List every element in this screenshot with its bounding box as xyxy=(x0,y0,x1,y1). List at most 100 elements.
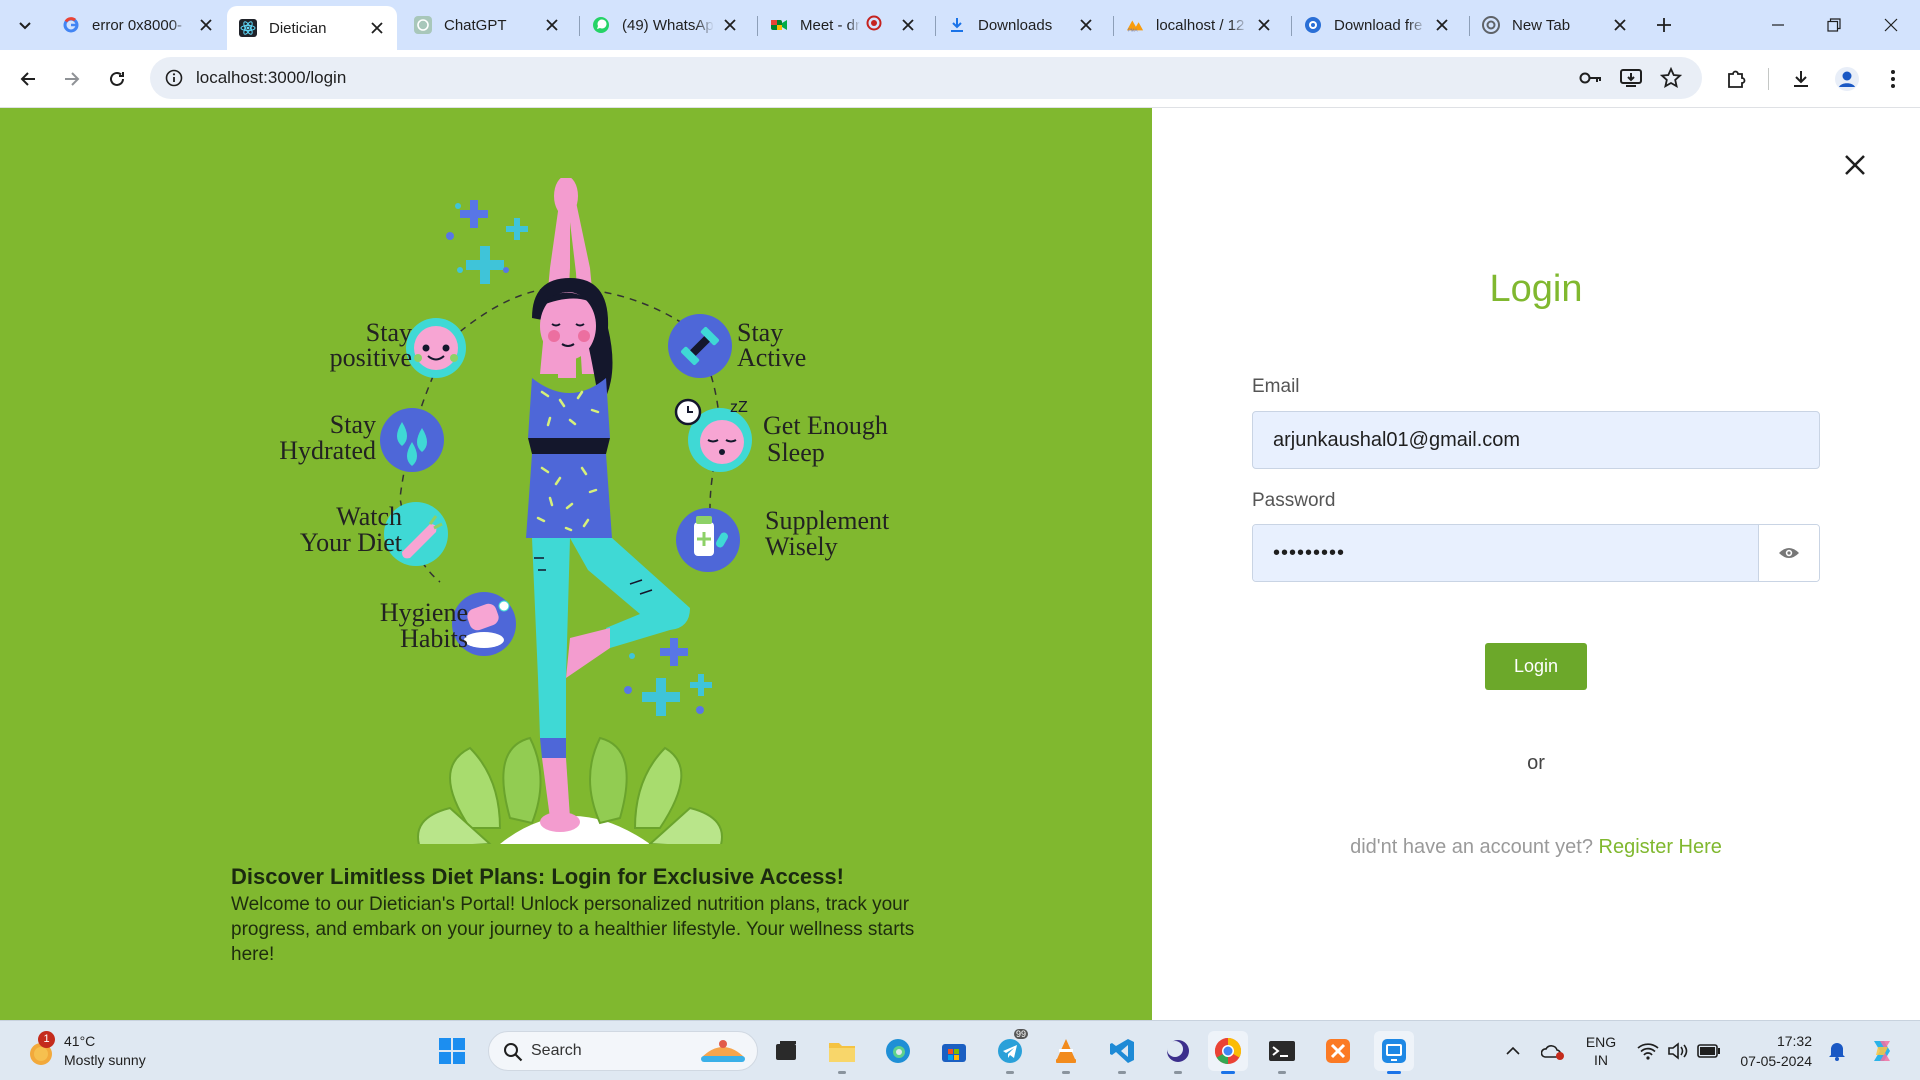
notifications-button[interactable] xyxy=(1822,1021,1852,1080)
language-indicator[interactable]: ENG IN xyxy=(1578,1021,1624,1080)
reload-icon xyxy=(110,71,124,86)
weather-condition: Mostly sunny xyxy=(64,1052,146,1068)
back-button[interactable] xyxy=(11,62,45,96)
copilot-icon xyxy=(1874,1041,1890,1061)
tab-title: Download fre xyxy=(1334,16,1423,34)
tab-whatsapp[interactable]: (49) WhatsApp xyxy=(580,8,750,42)
chatgpt-icon xyxy=(414,16,432,34)
email-field[interactable] xyxy=(1252,411,1820,469)
close-icon[interactable] xyxy=(1076,15,1096,35)
tab-new-tab[interactable]: New Tab xyxy=(1470,8,1640,42)
register-link[interactable]: Register Here xyxy=(1599,836,1722,858)
close-icon[interactable] xyxy=(1254,15,1274,35)
restore-button[interactable] xyxy=(1805,0,1863,50)
taskbar-search[interactable]: Search xyxy=(488,1031,758,1071)
forward-button[interactable] xyxy=(55,62,89,96)
telegram-button[interactable]: 99 xyxy=(990,1029,1030,1074)
password-key-icon[interactable] xyxy=(1578,65,1604,91)
clock-date: 07-05-2024 xyxy=(1740,1053,1812,1069)
tab-meet[interactable]: Meet - dr xyxy=(758,8,928,42)
eclipse-button[interactable] xyxy=(1158,1031,1198,1074)
edge-icon xyxy=(886,1039,910,1063)
downloads-button[interactable] xyxy=(1784,62,1818,96)
password-label: Password xyxy=(1252,490,1336,511)
close-icon[interactable] xyxy=(1432,15,1452,35)
start-button[interactable] xyxy=(432,1031,472,1071)
tab-title: localhost / 12 xyxy=(1156,16,1245,34)
close-icon[interactable] xyxy=(1610,15,1630,35)
toggle-password-visibility-button[interactable] xyxy=(1758,525,1819,581)
tab-title: (49) WhatsApp xyxy=(622,16,714,34)
tab-localhost[interactable]: PMA localhost / 12 xyxy=(1114,8,1284,42)
login-title: Login xyxy=(1489,268,1583,310)
running-indicator xyxy=(1221,1071,1235,1074)
battery-icon[interactable] xyxy=(1694,1021,1724,1080)
vscode-button[interactable] xyxy=(1102,1031,1142,1074)
tab-downloads[interactable]: Downloads xyxy=(936,8,1106,42)
task-view-button[interactable] xyxy=(766,1031,806,1071)
chevron-up-icon xyxy=(1506,1046,1520,1055)
password-field[interactable] xyxy=(1253,525,1759,581)
weather-widget[interactable]: 1 41°C Mostly sunny xyxy=(24,1031,174,1073)
tab-dietician[interactable]: Dietician xyxy=(227,6,397,50)
telegram-icon xyxy=(998,1039,1022,1063)
show-hidden-icons-button[interactable] xyxy=(1500,1021,1526,1080)
close-icon[interactable] xyxy=(720,15,740,35)
file-explorer-button[interactable] xyxy=(822,1031,862,1074)
stay-positive-icon xyxy=(406,318,466,378)
new-tab-button[interactable] xyxy=(1650,11,1678,39)
close-icon[interactable] xyxy=(367,18,387,38)
close-icon[interactable] xyxy=(898,15,918,35)
tab-chatgpt[interactable]: ChatGPT xyxy=(402,8,572,42)
tab-title: Meet - dr xyxy=(800,16,860,34)
wifi-icon[interactable] xyxy=(1634,1021,1662,1080)
install-app-icon[interactable] xyxy=(1618,65,1644,91)
close-window-button[interactable] xyxy=(1862,0,1920,50)
address-bar[interactable]: localhost:3000/login xyxy=(150,57,1702,99)
bookmark-star-icon[interactable] xyxy=(1658,65,1684,91)
terminal-icon xyxy=(1269,1041,1295,1061)
close-login-button[interactable] xyxy=(1840,150,1870,180)
extensions-button[interactable] xyxy=(1719,62,1753,96)
snipping-tool-icon xyxy=(1382,1039,1406,1063)
running-indicator xyxy=(1006,1071,1014,1074)
register-prompt-line: did'nt have an account yet? Register Her… xyxy=(1152,836,1920,859)
vlc-button[interactable] xyxy=(1046,1031,1086,1074)
reload-button[interactable] xyxy=(100,62,134,96)
terminal-button[interactable] xyxy=(1262,1031,1302,1074)
eye-icon xyxy=(1779,548,1799,558)
tab-download-site[interactable]: Download fre xyxy=(1292,8,1462,42)
close-icon[interactable] xyxy=(196,15,216,35)
close-icon xyxy=(1884,18,1898,32)
clock[interactable]: 17:32 07-05-2024 xyxy=(1736,1031,1812,1071)
promo-panel: zZ Stay positive Stay Hydrated Watch Your D… xyxy=(0,108,1152,1020)
tab-search-button[interactable] xyxy=(9,9,41,41)
tab-separator xyxy=(757,16,758,36)
running-indicator xyxy=(1174,1071,1182,1074)
volume-icon[interactable] xyxy=(1664,1021,1692,1080)
kebab-menu-icon xyxy=(1891,70,1895,88)
arrow-left-icon xyxy=(20,72,35,86)
svg-text:zZ: zZ xyxy=(730,399,748,416)
close-icon[interactable] xyxy=(542,15,562,35)
or-divider-text: or xyxy=(1527,752,1545,774)
chrome-taskbar-button[interactable] xyxy=(1208,1031,1248,1074)
snipping-tool-button[interactable] xyxy=(1374,1031,1414,1074)
profile-button[interactable] xyxy=(1830,62,1864,96)
stay-active-icon xyxy=(668,314,732,378)
login-button[interactable]: Login xyxy=(1485,643,1587,690)
url-text[interactable]: localhost:3000/login xyxy=(196,68,346,88)
copilot-button[interactable] xyxy=(1864,1021,1900,1080)
chrome-icon xyxy=(1214,1037,1242,1065)
xampp-button[interactable] xyxy=(1318,1031,1358,1071)
search-icon xyxy=(504,1043,523,1062)
store-button[interactable] xyxy=(934,1031,974,1071)
tip-stay-hydrated: Stay Hydrated xyxy=(279,410,376,465)
tab-error[interactable]: error 0x8000- xyxy=(50,8,226,42)
edge-button[interactable] xyxy=(878,1031,918,1071)
minimize-button[interactable] xyxy=(1749,0,1807,50)
info-icon[interactable] xyxy=(162,66,186,90)
onedrive-button[interactable] xyxy=(1538,1021,1568,1080)
chrome-menu-button[interactable] xyxy=(1876,62,1910,96)
close-icon xyxy=(1845,155,1865,175)
